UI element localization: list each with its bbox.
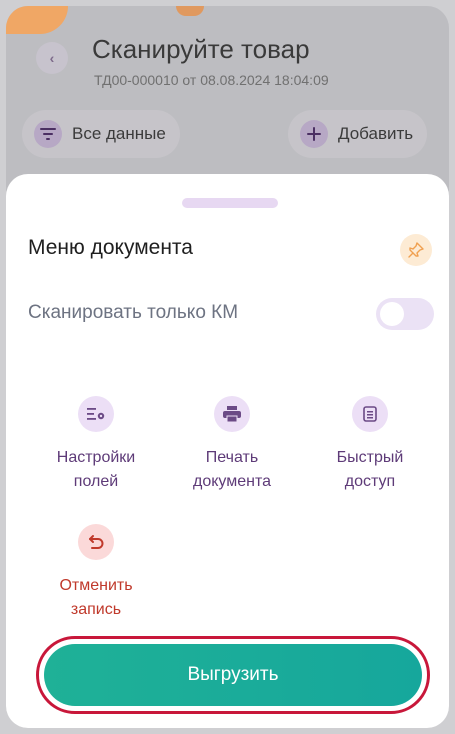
pin-button[interactable] [400, 234, 432, 266]
all-data-button[interactable]: Все данные [22, 110, 180, 158]
field-settings-icon [78, 396, 114, 432]
sheet-title: Меню документа [28, 236, 193, 259]
upload-button[interactable]: Выгрузить [36, 636, 430, 714]
back-button[interactable]: ‹ [36, 42, 68, 74]
undo-icon [78, 524, 114, 560]
page-title: Сканируйте товар [92, 34, 310, 64]
scan-only-km-toggle[interactable] [376, 298, 434, 330]
sheet-drag-handle[interactable] [182, 198, 278, 208]
chevron-left-icon: ‹ [49, 50, 55, 66]
print-document-button[interactable]: Печать документа [172, 396, 292, 494]
print-document-label: Печать документа [192, 449, 271, 490]
toggle-knob [380, 302, 404, 326]
document-menu-sheet: Меню документа Сканировать только КМ Нас… [6, 174, 449, 728]
decorative-shape [176, 6, 204, 16]
field-settings-label: Настройки полей [56, 449, 136, 490]
document-subtitle: ТД00-000010 от 08.08.2024 18:04:09 [94, 72, 329, 88]
quick-access-icon [352, 396, 388, 432]
undo-record-label: Отменить запись [59, 577, 133, 618]
add-label: Добавить [338, 124, 414, 143]
app-screen: ‹ Сканируйте товар ТД00-000010 от 08.08.… [6, 6, 449, 728]
decorative-shape [6, 6, 68, 34]
printer-icon [214, 396, 250, 432]
upload-button-fill: Выгрузить [44, 644, 422, 706]
quick-access-label: Быстрый доступ [336, 449, 404, 490]
quick-access-button[interactable]: Быстрый доступ [310, 396, 430, 494]
filter-icon [34, 120, 62, 148]
scan-only-km-label: Сканировать только КМ [28, 302, 239, 323]
all-data-label: Все данные [72, 124, 166, 143]
field-settings-button[interactable]: Настройки полей [36, 396, 156, 494]
undo-record-button[interactable]: Отменить запись [36, 524, 156, 622]
plus-icon [300, 120, 328, 148]
pin-icon [408, 242, 424, 258]
upload-label: Выгрузить [187, 664, 279, 685]
add-button[interactable]: Добавить [288, 110, 428, 158]
